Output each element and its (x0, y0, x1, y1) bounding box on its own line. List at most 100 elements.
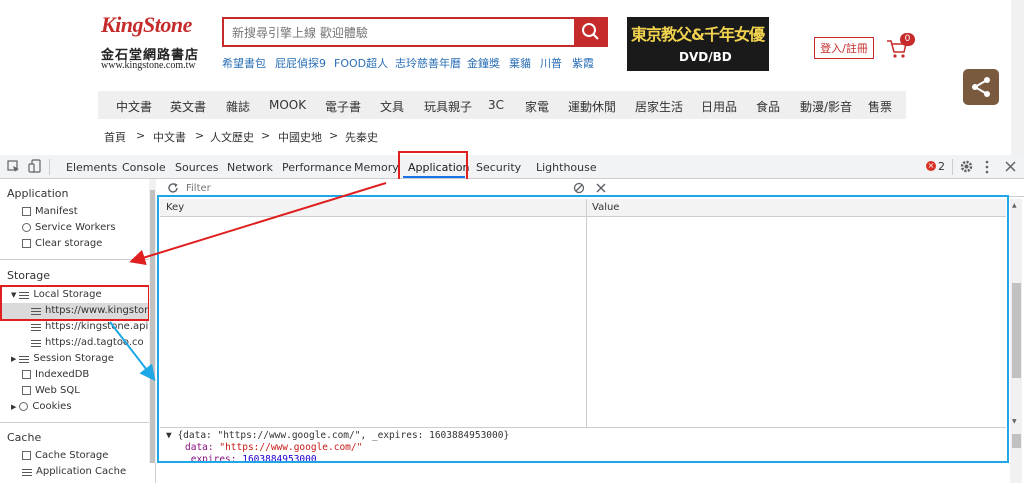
delete-selected-icon[interactable] (596, 183, 606, 193)
preview-scrollbar-thumb[interactable] (1012, 434, 1021, 448)
cart-count-badge: 0 (900, 33, 915, 46)
trash-icon (22, 238, 31, 248)
nav-item[interactable]: 3C (488, 98, 504, 112)
clear-all-icon[interactable] (573, 182, 585, 194)
nav-item[interactable]: 英文書 (170, 98, 206, 115)
breadcrumb-separator: > (329, 129, 339, 142)
sidebar-item-websql[interactable]: Web SQL (22, 385, 80, 396)
close-icon[interactable] (1005, 161, 1016, 172)
nav-item[interactable]: 食品 (756, 98, 780, 115)
table-icon (31, 321, 41, 331)
login-button[interactable]: 登入/註冊 (814, 37, 874, 59)
refresh-icon[interactable] (167, 182, 179, 194)
hot-link[interactable]: 志玲慈善年曆 (395, 55, 461, 71)
breadcrumb-item[interactable]: 人文歷史 (210, 129, 254, 145)
nav-item[interactable]: 文具 (380, 98, 404, 115)
more-options-icon[interactable] (984, 160, 990, 174)
sidebar-item-session-storage[interactable]: ▶ Session Storage (11, 353, 114, 364)
nav-item[interactable]: 日用品 (701, 98, 737, 115)
tab-sources[interactable]: Sources (175, 161, 219, 174)
sidebar-item-application-cache[interactable]: Application Cache (22, 466, 126, 476)
sidebar-item-cookies[interactable]: ▶ Cookies (11, 401, 72, 412)
nav-item[interactable]: MOOK (269, 98, 306, 112)
tab-console[interactable]: Console (122, 161, 166, 174)
sidebar-item-label: Clear storage (35, 238, 103, 249)
search-button[interactable] (574, 17, 608, 47)
tab-performance[interactable]: Performance (282, 161, 352, 174)
sidebar-item-label: IndexedDB (35, 369, 90, 380)
sidebar-item-service-workers[interactable]: Service Workers (22, 222, 116, 233)
tab-network[interactable]: Network (227, 161, 273, 174)
table-scrollbar-thumb[interactable] (1012, 283, 1021, 378)
breadcrumb-item[interactable]: 首頁 (104, 129, 126, 145)
sidebar-item-label: Cache Storage (35, 450, 109, 461)
scroll-up-arrow[interactable]: ▲ (1012, 202, 1017, 209)
nav-item[interactable]: 玩具親子 (424, 98, 472, 115)
database-icon (22, 385, 31, 395)
nav-item[interactable]: 電子書 (325, 98, 361, 115)
device-toolbar-icon[interactable] (28, 159, 42, 174)
error-icon[interactable]: × (926, 161, 936, 171)
breadcrumb-separator: > (136, 129, 146, 142)
share-icon (972, 77, 990, 97)
site-logo[interactable]: KingStone (101, 12, 192, 38)
filter-input[interactable] (186, 181, 558, 195)
nav-item[interactable]: 動漫/影音 (800, 98, 852, 115)
hot-link[interactable]: 棄貓 (509, 55, 531, 71)
sidebar-item-manifest[interactable]: Manifest (22, 206, 78, 217)
hot-link[interactable]: 金鐘獎 (467, 55, 500, 71)
inspect-element-icon[interactable] (7, 160, 20, 173)
breadcrumb-item[interactable]: 中國史地 (278, 129, 322, 145)
tab-elements[interactable]: Elements (66, 161, 117, 174)
nav-item[interactable]: 運動休閒 (568, 98, 616, 115)
website-area: KingStone 金石堂網路書店 www.kingstone.com.tw 希… (0, 0, 1024, 155)
sidebar-divider (0, 422, 155, 423)
database-icon (22, 369, 31, 379)
sidebar-item-clear-storage[interactable]: Clear storage (22, 238, 102, 249)
sidebar-item-label: Session Storage (33, 353, 114, 364)
page-scrollbar[interactable] (1011, 0, 1024, 155)
sidebar-section-storage: Storage (7, 269, 51, 282)
scroll-down-arrow[interactable]: ▼ (1012, 418, 1017, 425)
cookie-icon (19, 401, 29, 411)
nav-item[interactable]: 售票 (868, 98, 892, 115)
breadcrumb-item[interactable]: 中文書 (153, 129, 186, 145)
search-input[interactable] (230, 20, 574, 46)
nav-item[interactable]: 雜誌 (226, 98, 250, 115)
search-box (222, 17, 574, 47)
sidebar-item-label: Manifest (35, 206, 78, 217)
sidebar-item-cache-storage[interactable]: Cache Storage (22, 450, 108, 461)
share-button[interactable] (963, 69, 999, 105)
nav-item[interactable]: 中文書 (116, 98, 152, 115)
site-logo-url: www.kingstone.com.tw (101, 60, 196, 71)
hot-link[interactable]: 紫霞 (572, 55, 594, 71)
error-count[interactable]: 2 (938, 160, 945, 173)
table-icon (19, 353, 30, 363)
search-icon (582, 23, 599, 40)
triangle-right-icon: ▶ (11, 355, 17, 363)
tab-lighthouse[interactable]: Lighthouse (536, 161, 597, 174)
sidebar-item-label: Service Workers (35, 222, 116, 233)
hot-link[interactable]: 川普 (540, 55, 562, 71)
nav-item[interactable]: 居家生活 (635, 98, 683, 115)
toolbar-divider (49, 159, 50, 175)
sidebar-item-kingstone-api-origin[interactable]: https://kingstone.api.use (31, 321, 149, 332)
breadcrumb-separator: > (261, 129, 271, 142)
tab-security[interactable]: Security (476, 161, 521, 174)
sidebar-item-label: Application Cache (36, 466, 127, 476)
gear-icon[interactable] (960, 160, 973, 173)
breadcrumb-separator: > (195, 129, 205, 142)
sidebar-item-indexeddb[interactable]: IndexedDB (22, 369, 89, 380)
tab-memory[interactable]: Memory (354, 161, 399, 174)
sidebar-scrollbar-thumb[interactable] (150, 190, 155, 463)
sidebar-item-tagtoo-origin[interactable]: https://ad.tagtoo.co (31, 337, 149, 348)
promo-banner[interactable]: 東京教父&千年女優 DVD/BD (627, 17, 769, 71)
hot-link[interactable]: 屁屁偵探9 (275, 55, 326, 71)
nav-item[interactable]: 家電 (525, 98, 549, 115)
sidebar-item-label: Web SQL (35, 385, 80, 396)
hot-link[interactable]: 希望書包 (222, 55, 266, 71)
sidebar-divider (0, 259, 155, 260)
table-icon (31, 337, 41, 347)
banner-title: 東京教父&千年女優 (631, 25, 765, 44)
hot-link[interactable]: FOOD超人 (334, 55, 388, 71)
